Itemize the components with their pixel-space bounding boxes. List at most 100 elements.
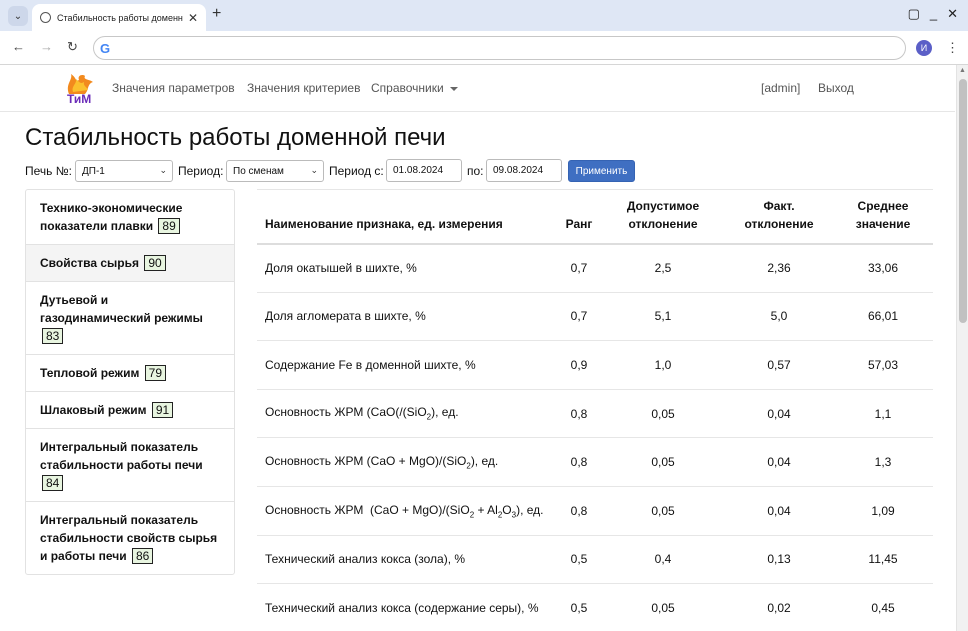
sidebar-item-integral-furnace[interactable]: Интегральный показатель стабильности раб… xyxy=(26,429,234,502)
col-header-actual: Факт. отклонение xyxy=(725,189,833,245)
col-header-allowed: Допустимое отклонение xyxy=(601,189,725,245)
sidebar-item-thermal-mode[interactable]: Тепловой режим 79 xyxy=(26,355,234,392)
close-tab-icon[interactable]: ✕ xyxy=(188,11,198,25)
indicators-table: Наименование признака, ед. измерения Ран… xyxy=(257,189,933,631)
score-badge: 90 xyxy=(144,255,166,271)
col-header-rank: Ранг xyxy=(557,189,601,245)
table-header-row: Наименование признака, ед. измерения Ран… xyxy=(257,189,933,245)
minimize-window-icon[interactable]: _ xyxy=(930,6,937,22)
cell-rank: 0,5 xyxy=(557,535,601,585)
forward-arrow-icon[interactable]: → xyxy=(40,39,53,54)
reload-icon[interactable]: ↻ xyxy=(67,39,78,55)
cell-actual: 5,0 xyxy=(725,292,833,342)
score-badge: 83 xyxy=(42,328,64,344)
page-scrollbar[interactable]: ▲ xyxy=(956,65,968,631)
cell-actual: 0,04 xyxy=(725,437,833,487)
app-navbar: ТиМ Значения параметров Значения критери… xyxy=(0,66,955,112)
cell-name: Основность ЖРМ (CaO + MgO)/(SiO2 + Al2O3… xyxy=(257,486,557,536)
cell-rank: 0,8 xyxy=(557,389,601,439)
profile-avatar[interactable]: И xyxy=(916,40,932,56)
cell-allowed: 5,1 xyxy=(601,292,725,342)
cell-name: Основность ЖРМ (CaO(/(SiO2), ед. xyxy=(257,389,557,439)
cell-name: Доля окатышей в шихте, % xyxy=(257,243,557,293)
furnace-label: Печь №: xyxy=(25,164,72,178)
table-row: Основность ЖРМ (CaO + MgO)/(SiO2 + Al2O3… xyxy=(257,486,933,536)
cell-rank: 0,7 xyxy=(557,292,601,342)
table-row: Основность ЖРМ (CaO(/(SiO2), ед. 0,8 0,05 0… xyxy=(257,389,933,439)
cell-mean: 1,1 xyxy=(833,389,933,439)
company-logo-icon[interactable]: ТиМ xyxy=(63,72,95,106)
address-bar: ← → ↻ G И ⋮ xyxy=(0,31,968,65)
cell-name: Основность ЖРМ (CaO + MgO)/(SiO2), ед. xyxy=(257,437,557,487)
sidebar-item-integral-raw-furnace[interactable]: Интегральный показатель стабильности сво… xyxy=(26,502,234,574)
cell-allowed: 0,05 xyxy=(601,583,725,631)
table-row: Доля окатышей в шихте, % 0,7 2,5 2,36 33,06 xyxy=(257,243,933,293)
score-badge: 89 xyxy=(158,218,180,234)
tab-search-chevron-icon[interactable]: ⌄ xyxy=(8,6,28,26)
tab-title: Стабильность работы доменн xyxy=(57,12,183,23)
scroll-up-icon[interactable]: ▲ xyxy=(959,67,966,74)
col-header-allowed-line2: отклонение xyxy=(628,216,698,231)
date-to-label: по: xyxy=(467,164,484,178)
scrollbar-thumb[interactable] xyxy=(959,79,967,323)
cell-mean: 1,3 xyxy=(833,437,933,487)
cell-actual: 0,04 xyxy=(725,389,833,439)
cell-mean: 1,09 xyxy=(833,486,933,536)
cell-allowed: 0,05 xyxy=(601,486,725,536)
furnace-select[interactable]: ДП-1 ⌄ xyxy=(75,160,173,182)
cell-allowed: 0,05 xyxy=(601,437,725,487)
date-to-input[interactable]: 09.08.2024 xyxy=(486,159,562,182)
col-header-mean: Среднее значение xyxy=(833,189,933,245)
nav-references-label: Справочники xyxy=(371,81,444,95)
nav-criteria-values[interactable]: Значения критериев xyxy=(247,81,360,95)
back-arrow-icon[interactable]: ← xyxy=(12,39,25,54)
sidebar-item-label: Интегральный показатель стабильности сво… xyxy=(40,513,218,563)
cell-actual: 0,13 xyxy=(725,535,833,585)
browser-tab[interactable]: Стабильность работы доменн ✕ xyxy=(32,4,206,31)
cell-name: Технический анализ кокса (зола), % xyxy=(257,535,557,585)
cell-name: Содержание Fe в доменной шихте, % xyxy=(257,340,557,390)
globe-icon xyxy=(40,12,51,23)
chevron-down-icon: ⌄ xyxy=(310,165,318,175)
close-window-icon[interactable]: ✕ xyxy=(947,6,958,22)
cell-rank: 0,8 xyxy=(557,437,601,487)
caret-down-icon xyxy=(449,86,458,91)
browser-menu-icon[interactable]: ⋮ xyxy=(946,40,959,56)
restore-window-icon[interactable]: ▢ xyxy=(908,6,920,22)
cell-rank: 0,9 xyxy=(557,340,601,390)
table-row: Содержание Fe в доменной шихте, % 0,9 1,0 0… xyxy=(257,340,933,390)
sidebar-item-tech-economic[interactable]: Технико-экономические показатели плавки … xyxy=(26,190,234,245)
category-sidebar: Технико-экономические показатели плавки … xyxy=(25,189,235,575)
cell-actual: 2,36 xyxy=(725,243,833,293)
period-select-value: По сменам xyxy=(233,166,284,177)
nav-references-dropdown[interactable]: Справочники xyxy=(371,81,458,95)
sidebar-item-raw-properties[interactable]: Свойства сырья 90 xyxy=(26,245,234,282)
table-row: Доля агломерата в шихте, % 0,7 5,1 5,0 66,01 xyxy=(257,292,933,342)
period-select[interactable]: По сменам ⌄ xyxy=(226,160,324,182)
nav-parameter-values[interactable]: Значения параметров xyxy=(112,81,235,95)
cell-name: Доля агломерата в шихте, % xyxy=(257,292,557,342)
svg-text:ТиМ: ТиМ xyxy=(67,92,91,106)
cell-name: Технический анализ кокса (содержание сер… xyxy=(257,583,557,631)
date-from-input[interactable]: 01.08.2024 xyxy=(386,159,462,182)
sidebar-item-label: Свойства сырья xyxy=(40,256,139,270)
url-input[interactable]: G xyxy=(93,36,906,60)
table-row: Основность ЖРМ (CaO + MgO)/(SiO2), ед. 0,… xyxy=(257,437,933,487)
apply-button[interactable]: Применить xyxy=(568,160,635,182)
col-header-actual-line2: отклонение xyxy=(744,216,814,231)
cell-allowed: 2,5 xyxy=(601,243,725,293)
sidebar-item-label: Дутьевой и газодинамический режимы xyxy=(40,293,203,325)
logout-link[interactable]: Выход xyxy=(818,81,854,95)
col-header-allowed-line1: Допустимое xyxy=(626,198,700,213)
sidebar-item-label: Тепловой режим xyxy=(40,366,140,380)
sidebar-item-label: Интегральный показатель стабильности раб… xyxy=(40,440,203,472)
new-tab-icon[interactable]: + xyxy=(212,5,221,23)
sidebar-item-blast-gas-modes[interactable]: Дутьевой и газодинамический режимы 83 xyxy=(26,282,234,355)
cell-rank: 0,8 xyxy=(557,486,601,536)
cell-mean: 66,01 xyxy=(833,292,933,342)
cell-mean: 11,45 xyxy=(833,535,933,585)
chevron-down-icon: ⌄ xyxy=(159,165,167,175)
sidebar-item-slag-mode[interactable]: Шлаковый режим 91 xyxy=(26,392,234,429)
col-header-actual-line1: Факт. xyxy=(763,198,795,213)
current-user: [admin] xyxy=(761,81,801,95)
